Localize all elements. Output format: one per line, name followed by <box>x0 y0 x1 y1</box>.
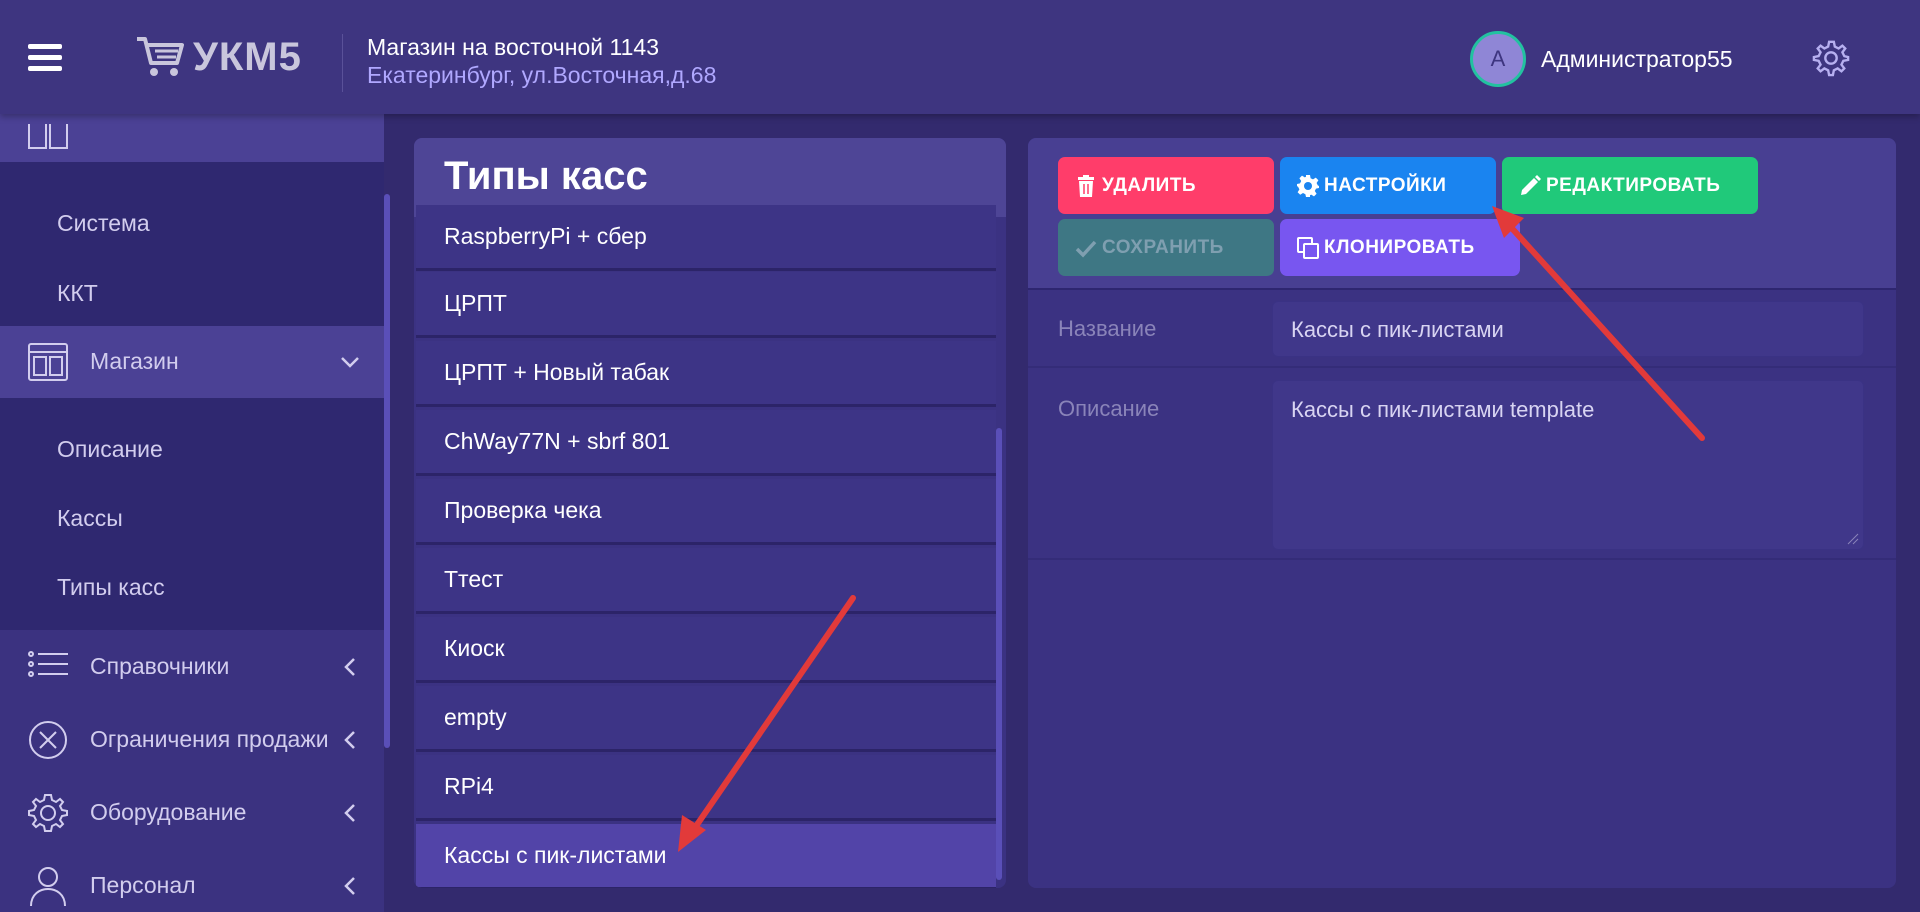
sidebar-item-staff-label: Персонал <box>90 872 196 898</box>
list-item[interactable]: RPi4 <box>416 755 996 821</box>
sidebar-item-system[interactable]: Система <box>57 210 150 237</box>
list-item-label: Кассы с пик-листами <box>444 842 667 868</box>
list-item[interactable]: ЦРПТ + Новый табак <box>416 341 996 407</box>
sidebar-item-registers[interactable]: Кассы <box>57 505 123 532</box>
save-button-label: СОХРАНИТЬ <box>1102 236 1224 258</box>
user-name[interactable]: Администратор55 <box>1541 46 1733 73</box>
list-item-label: ChWay77N + sbrf 801 <box>444 428 671 454</box>
list-scrollbar[interactable] <box>996 428 1002 880</box>
list-item-label: Киоск <box>444 635 505 661</box>
clone-button-label: КЛОНИРОВАТЬ <box>1324 236 1475 258</box>
cart-icon <box>137 37 184 76</box>
cog-icon <box>1297 175 1319 197</box>
list-item[interactable]: empty <box>416 686 996 752</box>
menu-icon[interactable] <box>28 44 62 72</box>
register-types-list-panel: Типы касс RaspberryPi + сбер ЦРПТ ЦРПТ +… <box>414 138 1006 888</box>
sidebar-item-partial[interactable] <box>0 114 384 162</box>
delete-button[interactable]: УДАЛИТЬ <box>1058 157 1274 214</box>
page-title: Типы касс <box>444 154 648 198</box>
store-address: Екатеринбург, ул.Восточная,д.68 <box>367 62 717 88</box>
list-item[interactable]: ЦРПТ <box>416 272 996 338</box>
sidebar-subgroup-system: Система ККТ <box>0 162 384 326</box>
sidebar-item-description[interactable]: Описание <box>57 436 163 463</box>
sidebar-subgroup-store: Описание Кассы Типы касс <box>0 398 384 630</box>
sidebar-item-equipment[interactable]: Оборудование <box>0 777 384 849</box>
logo-text: УКМ5 <box>193 34 302 79</box>
app-header: УКМ5 Магазин на восточной 1143 Екатеринб… <box>0 0 1920 114</box>
sidebar-item-kkt[interactable]: ККТ <box>57 280 98 307</box>
sidebar-scrollbar[interactable] <box>384 194 390 748</box>
chevron-left-icon <box>344 658 355 676</box>
list-item[interactable]: ChWay77N + sbrf 801 <box>416 410 996 476</box>
list-item[interactable]: Киоск <box>416 617 996 683</box>
description-field-row: Описание Кассы с пик-листами template <box>1028 368 1896 560</box>
avatar[interactable]: А <box>1470 31 1526 87</box>
header-divider <box>342 34 343 92</box>
list-icon <box>28 651 68 677</box>
list-item-label: empty <box>444 704 507 730</box>
name-field-row: Название Кассы с пик-листами <box>1028 292 1896 368</box>
settings-button[interactable]: НАСТРОЙКИ <box>1280 157 1496 214</box>
store-window-icon <box>28 343 68 381</box>
name-field[interactable]: Кассы с пик-листами <box>1272 301 1864 357</box>
chevron-down-icon <box>341 357 359 368</box>
sidebar-item-equipment-label: Оборудование <box>90 799 247 825</box>
name-field-label: Название <box>1058 316 1157 341</box>
gear-icon <box>28 794 68 832</box>
pencil-icon <box>1521 175 1541 195</box>
settings-button-label: НАСТРОЙКИ <box>1324 174 1447 196</box>
logo[interactable]: УКМ5 <box>135 34 302 80</box>
description-field-label: Описание <box>1058 396 1160 421</box>
settings-gear-icon[interactable] <box>1812 39 1850 77</box>
copy-icon <box>1297 237 1319 259</box>
detail-panel: УДАЛИТЬ НАСТРОЙКИ РЕДАКТИРОВАТЬ СОХРАНИТ… <box>1028 138 1896 888</box>
list-item-label: ЦРПТ + Новый табак <box>444 359 670 385</box>
action-toolbar: УДАЛИТЬ НАСТРОЙКИ РЕДАКТИРОВАТЬ СОХРАНИТ… <box>1028 138 1896 290</box>
list-item-label: RaspberryPi + сбер <box>444 223 647 249</box>
resize-handle-icon[interactable] <box>1847 533 1859 545</box>
chevron-left-icon <box>344 804 355 822</box>
person-icon <box>30 867 66 907</box>
list-item[interactable]: Проверка чека <box>416 479 996 545</box>
name-field-value: Кассы с пик-листами <box>1291 317 1504 342</box>
list-item-selected[interactable]: Кассы с пик-листами <box>416 824 996 888</box>
sidebar-item-directories-label: Справочники <box>90 653 230 679</box>
list-item-label: RPi4 <box>444 773 494 799</box>
list-item[interactable]: Ттест <box>416 548 996 614</box>
sidebar-item-sale-restrictions-label: Ограничения продажи <box>90 726 329 752</box>
checkmark-icon <box>1075 240 1097 258</box>
trash-icon <box>1078 175 1094 197</box>
list-item-label: Проверка чека <box>444 497 602 523</box>
sidebar-item-directories[interactable]: Справочники <box>0 631 384 703</box>
sidebar-item-store-label: Магазин <box>90 348 179 374</box>
edit-button-label: РЕДАКТИРОВАТЬ <box>1546 174 1721 196</box>
sidebar-item-sale-restrictions[interactable]: Ограничения продажи <box>0 704 384 776</box>
sidebar-item-register-types[interactable]: Типы касс <box>57 574 165 601</box>
store-name[interactable]: Магазин на восточной 1143 <box>367 34 659 61</box>
sidebar-item-staff[interactable]: Персонал <box>0 850 384 912</box>
clone-button[interactable]: КЛОНИРОВАТЬ <box>1280 219 1520 276</box>
grid-icon <box>28 124 68 149</box>
chevron-left-icon <box>344 731 355 749</box>
sidebar: Система ККТ Магазин Описание Кассы Типы … <box>0 114 384 912</box>
edit-button[interactable]: РЕДАКТИРОВАТЬ <box>1502 157 1758 214</box>
list-item[interactable]: RaspberryPi + сбер <box>416 205 996 271</box>
list-item-label: ЦРПТ <box>444 290 507 316</box>
register-types-list: RaspberryPi + сбер ЦРПТ ЦРПТ + Новый таб… <box>414 205 1006 888</box>
delete-button-label: УДАЛИТЬ <box>1102 174 1197 196</box>
sidebar-item-store[interactable]: Магазин <box>0 326 384 398</box>
x-circle-icon <box>29 721 67 759</box>
description-field[interactable]: Кассы с пик-листами template <box>1272 380 1864 550</box>
save-button[interactable]: СОХРАНИТЬ <box>1058 219 1274 276</box>
list-item-label: Ттест <box>444 566 504 592</box>
chevron-left-icon <box>344 877 355 895</box>
description-field-value: Кассы с пик-листами template <box>1291 397 1595 422</box>
